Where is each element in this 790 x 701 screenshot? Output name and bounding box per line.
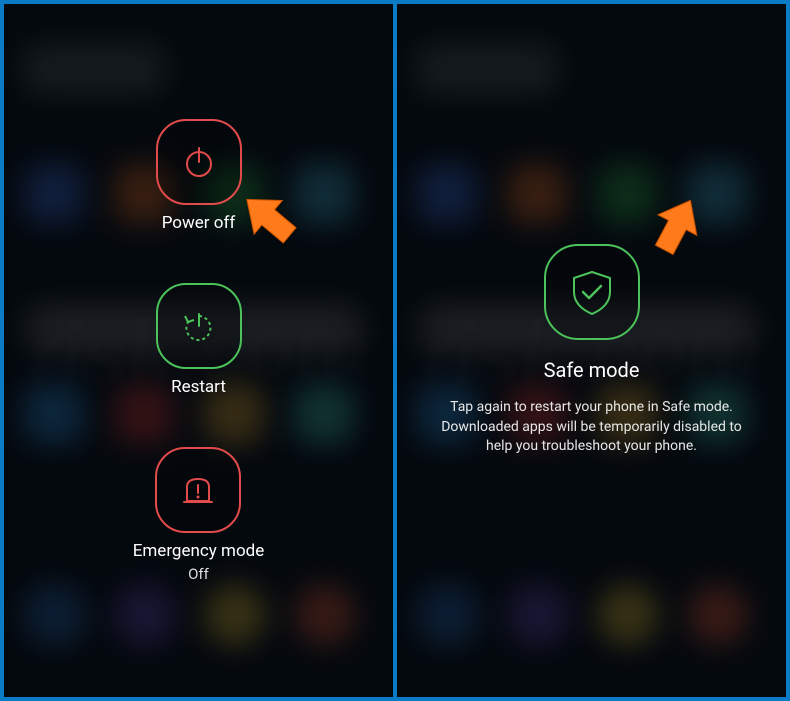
restart-label: Restart — [171, 377, 226, 397]
emergency-mode-option[interactable]: Emergency mode Off — [133, 447, 265, 583]
power-off-icon-container — [156, 119, 242, 205]
emergency-mode-label: Emergency mode — [133, 541, 265, 561]
annotation-arrow-right — [630, 185, 713, 268]
safe-mode-description: Tap again to restart your phone in Safe … — [427, 398, 757, 457]
annotation-arrow-left — [234, 188, 304, 258]
safe-mode-icon-container — [544, 244, 640, 340]
safe-mode-option[interactable]: Safe mode Tap again to restart your phon… — [427, 244, 757, 457]
power-off-option[interactable]: Power off — [156, 119, 242, 233]
power-icon — [179, 142, 219, 182]
right-panel: risk.com Safe mode Tap again to restart … — [397, 4, 786, 697]
restart-icon — [179, 306, 219, 346]
left-panel: risk.com Power off Restart — [4, 4, 393, 697]
restart-icon-container — [156, 283, 242, 369]
emergency-mode-sub: Off — [188, 565, 209, 583]
shield-check-icon — [566, 266, 618, 318]
restart-option[interactable]: Restart — [156, 283, 242, 397]
power-off-label: Power off — [162, 213, 236, 233]
emergency-icon — [177, 469, 219, 511]
safe-mode-overlay: Safe mode Tap again to restart your phon… — [397, 4, 786, 697]
emergency-icon-container — [155, 447, 241, 533]
power-menu-overlay: Power off Restart Emergen — [4, 4, 393, 697]
safe-mode-title: Safe mode — [544, 358, 640, 382]
